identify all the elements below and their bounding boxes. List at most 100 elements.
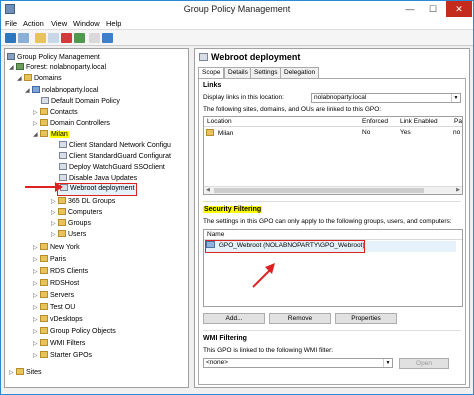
tree-ou[interactable]: ▷ New York (33, 242, 80, 253)
tree-ou[interactable]: ▷ Users (51, 229, 86, 240)
security-filtering-info: The settings in this GPO can only apply … (203, 218, 452, 225)
tree-domain-controllers[interactable]: ▷ Domain Controllers (33, 118, 110, 129)
minimize-button[interactable]: — (399, 1, 421, 17)
scroll-left-icon[interactable]: ◀ (206, 187, 210, 193)
column-location[interactable]: Location (207, 118, 232, 125)
scope-tab-body: Links Display links in this location: no… (198, 78, 466, 385)
title-bar: Group Policy Management — ☐ ✕ (1, 1, 473, 17)
domain-icon (32, 86, 40, 93)
tab-settings[interactable]: Settings (250, 67, 282, 78)
display-links-label: Display links in this location: (203, 94, 284, 101)
scroll-right-icon[interactable]: ▶ (456, 187, 460, 193)
divider (203, 330, 461, 331)
folder-icon (40, 351, 48, 358)
security-list-header: Name (204, 230, 462, 240)
tree-gpo-link[interactable]: Client StandardGuard Configurat (59, 151, 171, 162)
ou-icon (40, 303, 48, 310)
remove-button[interactable]: Remove (269, 313, 331, 324)
gpo-link-icon (59, 163, 67, 170)
tree-ou[interactable]: ▷ RDS Clients (33, 266, 88, 277)
ou-icon (206, 129, 214, 136)
tree-contacts[interactable]: ▷ Contacts (33, 107, 78, 118)
ou-icon (58, 219, 66, 226)
menu-file[interactable]: File (5, 19, 17, 28)
ou-icon (40, 255, 48, 262)
folder-icon (40, 339, 48, 346)
horizontal-scrollbar[interactable]: ◀ ▶ (204, 186, 462, 194)
ou-icon (58, 208, 66, 215)
tree-ou[interactable]: ▷ 365 DL Groups (51, 196, 115, 207)
display-links-select[interactable]: nolabnoparty.local ▼ (311, 93, 461, 103)
ou-icon (40, 108, 48, 115)
maximize-button[interactable]: ☐ (422, 1, 444, 17)
menu-help[interactable]: Help (106, 19, 121, 28)
chevron-down-icon: ▼ (383, 359, 392, 367)
tree-domain[interactable]: ◢ nolabnoparty.local (25, 85, 98, 96)
tree-default-policy[interactable]: Default Domain Policy (41, 96, 120, 107)
tree-gpo-folder[interactable]: ▷ Group Policy Objects (33, 326, 116, 337)
menu-action[interactable]: Action (23, 19, 44, 28)
tree-gpo-link[interactable]: Deploy WatchGuard SSOclient (59, 162, 165, 173)
tree-forest[interactable]: ◢ Forest: nolabnoparty.local (9, 62, 106, 73)
tree-milan[interactable]: ◢ Milan (33, 129, 69, 140)
column-enforced[interactable]: Enforced (362, 118, 388, 125)
callout-arrow-left (25, 182, 63, 192)
refresh-icon[interactable] (74, 33, 85, 43)
links-list-header: Location Enforced Link Enabled Pa (204, 117, 462, 127)
table-row[interactable]: Milan No Yes no (206, 129, 462, 137)
tree-ou[interactable]: ▷ vDesktops (33, 314, 83, 325)
tree-sites[interactable]: ▷ Sites (9, 367, 42, 378)
scroll-thumb[interactable] (214, 188, 424, 193)
tab-delegation[interactable]: Delegation (280, 67, 320, 78)
folder-icon (24, 74, 32, 81)
links-info: The following sites, domains, and OUs ar… (203, 106, 382, 113)
links-list[interactable]: Location Enforced Link Enabled Pa Milan … (203, 116, 463, 195)
help-icon[interactable] (102, 33, 113, 43)
tree-ou[interactable]: ▷ Paris (33, 254, 66, 265)
forest-icon (16, 63, 24, 70)
column-link-enabled[interactable]: Link Enabled (400, 118, 438, 125)
close-button[interactable]: ✕ (446, 1, 472, 17)
menu-window[interactable]: Window (73, 19, 100, 28)
gpo-link-icon (41, 97, 49, 104)
add-button[interactable]: Add... (203, 313, 265, 324)
folder-icon (40, 327, 48, 334)
tree-ou[interactable]: ▷ RDSHost (33, 278, 79, 289)
tree-starter-gpos[interactable]: ▷ Starter GPOs (33, 350, 92, 361)
export-icon[interactable] (89, 33, 100, 43)
ou-icon (40, 267, 48, 274)
ou-icon (40, 291, 48, 298)
links-heading: Links (203, 82, 222, 89)
forward-icon[interactable] (18, 33, 29, 43)
tree-ou[interactable]: ▷ Test OU (33, 302, 75, 313)
tree-ou[interactable]: ▷ Groups (51, 218, 91, 229)
tree-domains[interactable]: ◢ Domains (17, 73, 62, 84)
tree-ou[interactable]: ▷ Servers (33, 290, 74, 301)
folder-up-icon[interactable] (35, 33, 46, 43)
delete-icon[interactable] (61, 33, 72, 43)
column-path[interactable]: Pa (454, 118, 462, 125)
divider (203, 201, 461, 202)
show-tree-icon[interactable] (48, 33, 59, 43)
gpo-icon (199, 53, 208, 61)
tree-webroot-deployment[interactable]: Webroot deployment (57, 183, 138, 196)
sites-icon (16, 368, 24, 375)
tree-gpo-link[interactable]: Client Standard Network Configu (59, 140, 171, 151)
security-filtering-heading: Security Filtering (203, 206, 263, 213)
ou-icon (40, 315, 48, 322)
column-name[interactable]: Name (207, 231, 224, 238)
app-window: Group Policy Management — ☐ ✕ File Actio… (0, 0, 474, 395)
properties-button[interactable]: Properties (335, 313, 397, 324)
tree-ou[interactable]: ▷ Computers (51, 207, 102, 218)
toolbar (1, 30, 473, 46)
open-button[interactable]: Open (399, 358, 449, 369)
callout-arrow-up (252, 263, 275, 288)
wmi-filtering-info: This GPO is linked to the following WMI … (203, 347, 334, 354)
console-tree: Group Policy Management ◢ Forest: nolabno… (4, 48, 189, 388)
security-filtering-list[interactable]: Name GPO_Webroot (NOLABNOPARTY\GPO_Webro… (203, 229, 463, 307)
back-icon[interactable] (5, 33, 16, 43)
tab-details[interactable]: Details (224, 67, 252, 78)
menu-view[interactable]: View (51, 19, 67, 28)
tree-wmi-filters[interactable]: ▷ WMI Filters (33, 338, 85, 349)
wmi-filter-select[interactable]: <none> ▼ (203, 358, 393, 368)
